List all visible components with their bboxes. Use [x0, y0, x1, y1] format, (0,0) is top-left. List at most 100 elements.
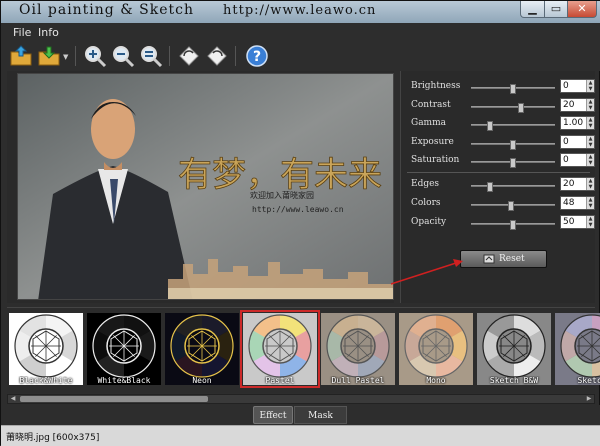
slider-track[interactable] — [471, 139, 555, 150]
value-text: 20 — [563, 179, 575, 189]
slider-thumb[interactable] — [510, 139, 516, 150]
effect-preview-image — [243, 313, 317, 385]
effect-thumbnail[interactable]: Dull Pastel — [321, 313, 395, 385]
effect-thumbnail[interactable]: Neon — [165, 313, 239, 385]
image-canvas[interactable]: 有梦，有未来 欢迎加入莆晓家园 http://www.leawo.cn — [7, 71, 394, 303]
value-spinbox[interactable]: 20 ▲ ▼ — [560, 177, 595, 191]
effect-label: Sketch — [577, 376, 600, 385]
spin-arrows-icon[interactable]: ▲ ▼ — [586, 135, 594, 148]
scroll-right-icon[interactable]: ▶ — [584, 395, 594, 403]
effect-label: Neon — [192, 376, 212, 385]
slider-track[interactable] — [471, 84, 555, 94]
maximize-button[interactable]: ▭ — [544, 1, 568, 18]
slider-label: Colors — [411, 198, 441, 208]
slider-row-saturation: Saturation 0 ▲ ▼ — [411, 153, 595, 169]
effect-label: Dull Pastel — [331, 376, 385, 385]
effect-label: White&Black — [97, 376, 151, 385]
preview-image: 有梦，有未来 欢迎加入莆晓家园 http://www.leawo.cn — [18, 74, 393, 299]
value-spinbox[interactable]: 0 ▲ ▼ — [560, 79, 595, 93]
slider-track[interactable] — [471, 102, 555, 113]
slider-thumb[interactable] — [510, 158, 516, 168]
effect-preview-image — [555, 313, 600, 385]
tab-effect[interactable]: Effect — [253, 406, 293, 424]
slider-track[interactable] — [471, 220, 555, 230]
slider-thumb[interactable] — [508, 201, 514, 211]
menu-info[interactable]: Info — [38, 26, 59, 39]
value-spinbox[interactable]: 0 ▲ ▼ — [560, 153, 595, 167]
slider-thumb[interactable] — [487, 182, 493, 192]
slider-track[interactable] — [471, 121, 555, 131]
effect-preview-image — [9, 313, 83, 385]
value-spinbox[interactable]: 0 ▲ ▼ — [560, 134, 595, 149]
slider-row-edges: Edges 20 ▲ ▼ — [411, 177, 595, 193]
value-spinbox[interactable]: 20 ▲ ▼ — [560, 97, 595, 112]
effect-thumbnail[interactable]: Pastel — [240, 310, 320, 388]
filmstrip-scrollbar[interactable]: ◀ ▶ — [7, 394, 595, 404]
spin-arrows-icon[interactable]: ▲ ▼ — [586, 178, 594, 190]
slider-label: Saturation — [411, 155, 460, 165]
spin-arrows-icon[interactable]: ▲ ▼ — [586, 117, 594, 129]
zoom-out-icon[interactable] — [111, 44, 135, 68]
help-icon[interactable]: ? — [245, 44, 269, 68]
zoom-in-icon[interactable] — [83, 44, 107, 68]
photo-subline: 欢迎加入莆晓家园 — [250, 190, 314, 200]
effect-thumbnail[interactable]: Sketch B&W — [477, 313, 551, 385]
save-icon[interactable] — [37, 44, 61, 68]
menu-file[interactable]: File — [13, 26, 31, 39]
save-dropdown-icon[interactable]: ▼ — [63, 53, 68, 61]
reset-button[interactable]: Reset — [460, 250, 547, 268]
toolbar-separator — [169, 46, 170, 66]
value-spinbox[interactable]: 48 ▲ ▼ — [560, 196, 595, 210]
effect-thumbnail[interactable]: White&Black — [87, 313, 161, 385]
slider-row-colors: Colors 48 ▲ ▼ — [411, 196, 595, 212]
app-window: Oil painting & Sketch http://www.leawo.c… — [0, 0, 600, 446]
slider-label: Contrast — [411, 99, 451, 110]
title-bar[interactable]: Oil painting & Sketch http://www.leawo.c… — [1, 1, 600, 23]
slider-label: Brightness — [411, 81, 461, 91]
value-text: 0 — [563, 81, 569, 91]
slider-thumb[interactable] — [487, 121, 493, 131]
bottom-tabs: Effect Mask — [1, 405, 600, 425]
slider-thumb[interactable] — [518, 102, 524, 113]
slider-row-contrast: Contrast 20 ▲ ▼ — [411, 97, 595, 114]
svg-text:?: ? — [253, 49, 261, 65]
spin-arrows-icon[interactable]: ▲ ▼ — [586, 98, 594, 111]
slider-track[interactable] — [471, 182, 555, 192]
slider-row-opacity: Opacity 50 ▲ ▼ — [411, 215, 595, 231]
panel-divider — [407, 172, 590, 173]
value-text: 0 — [563, 155, 569, 165]
value-spinbox[interactable]: 50 ▲ ▼ — [560, 215, 595, 229]
effect-thumbnail[interactable]: Mono — [399, 313, 473, 385]
slider-track[interactable] — [471, 201, 555, 211]
effect-preview-image — [87, 313, 161, 385]
value-spinbox[interactable]: 1.00 ▲ ▼ — [560, 116, 595, 130]
slider-label: Opacity — [411, 217, 447, 227]
scroll-left-icon[interactable]: ◀ — [8, 395, 18, 403]
spin-arrows-icon[interactable]: ▲ ▼ — [586, 80, 594, 92]
preview-photo[interactable]: 有梦，有未来 欢迎加入莆晓家园 http://www.leawo.cn — [17, 73, 394, 300]
spin-arrows-icon[interactable]: ▲ ▼ — [586, 154, 594, 166]
rotate-left-icon[interactable] — [177, 44, 201, 68]
tab-mask[interactable]: Mask — [294, 406, 347, 424]
effect-label: Black&White — [19, 376, 73, 385]
slider-thumb[interactable] — [510, 84, 516, 94]
slider-thumb[interactable] — [510, 220, 516, 230]
slider-row-brightness: Brightness 0 ▲ ▼ — [411, 79, 595, 95]
minimize-button[interactable]: ▁ — [520, 1, 545, 18]
rotate-right-icon[interactable] — [205, 44, 229, 68]
scrollbar-thumb[interactable] — [20, 396, 208, 402]
spin-arrows-icon[interactable]: ▲ ▼ — [586, 197, 594, 209]
close-button[interactable]: ✕ — [567, 1, 597, 18]
effect-thumbnail[interactable]: Sketch — [555, 313, 600, 385]
spin-arrows-icon[interactable]: ▲ ▼ — [586, 216, 594, 228]
effect-thumbnail[interactable]: Black&White — [9, 313, 83, 385]
status-text: 莆晓明.jpg [600x375] — [6, 433, 100, 443]
slider-track[interactable] — [471, 158, 555, 168]
slider-row-gamma: Gamma 1.00 ▲ ▼ — [411, 116, 595, 132]
photo-url: http://www.leawo.cn — [252, 205, 344, 214]
effect-preview-image — [165, 313, 239, 385]
open-folder-icon[interactable] — [9, 44, 33, 68]
status-bar: 莆晓明.jpg [600x375] — [1, 425, 600, 446]
zoom-fit-icon[interactable] — [139, 44, 163, 68]
effect-preview-image — [399, 313, 473, 385]
